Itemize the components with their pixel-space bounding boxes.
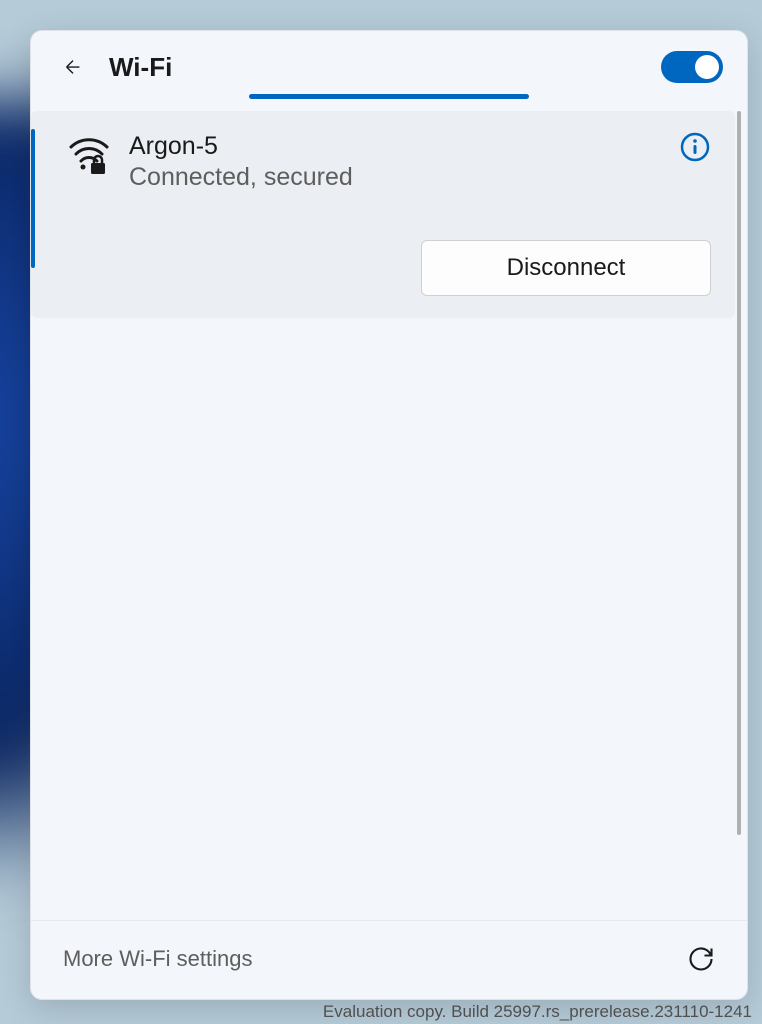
network-name: Argon-5	[129, 131, 679, 161]
network-actions: Disconnect	[67, 240, 711, 296]
wifi-secured-icon	[67, 131, 111, 175]
network-info: Argon-5 Connected, secured	[129, 131, 679, 192]
panel-header: Wi-Fi	[31, 31, 747, 93]
toggle-knob	[695, 55, 719, 79]
scrollbar[interactable]	[737, 111, 741, 835]
network-properties-button[interactable]	[679, 131, 711, 163]
wifi-flyout-panel: Wi-Fi Argon-5	[30, 30, 748, 1000]
back-arrow-icon	[62, 56, 84, 78]
more-wifi-settings-link[interactable]: More Wi-Fi settings	[63, 946, 252, 972]
panel-title: Wi-Fi	[109, 52, 661, 83]
network-row: Argon-5 Connected, secured	[67, 131, 711, 192]
info-icon	[679, 131, 711, 163]
panel-footer: More Wi-Fi settings	[31, 920, 747, 999]
refresh-button[interactable]	[683, 941, 719, 977]
evaluation-watermark: Evaluation copy. Build 25997.rs_prerelea…	[323, 1002, 752, 1022]
back-button[interactable]	[55, 49, 91, 85]
scanning-progress-bar	[249, 94, 529, 99]
wifi-toggle[interactable]	[661, 51, 723, 83]
network-item-connected[interactable]: Argon-5 Connected, secured Disconnect	[31, 111, 735, 318]
network-list: Argon-5 Connected, secured Disconnect	[31, 111, 747, 920]
disconnect-button[interactable]: Disconnect	[421, 240, 711, 296]
refresh-icon	[687, 945, 715, 973]
network-status: Connected, secured	[129, 163, 679, 192]
